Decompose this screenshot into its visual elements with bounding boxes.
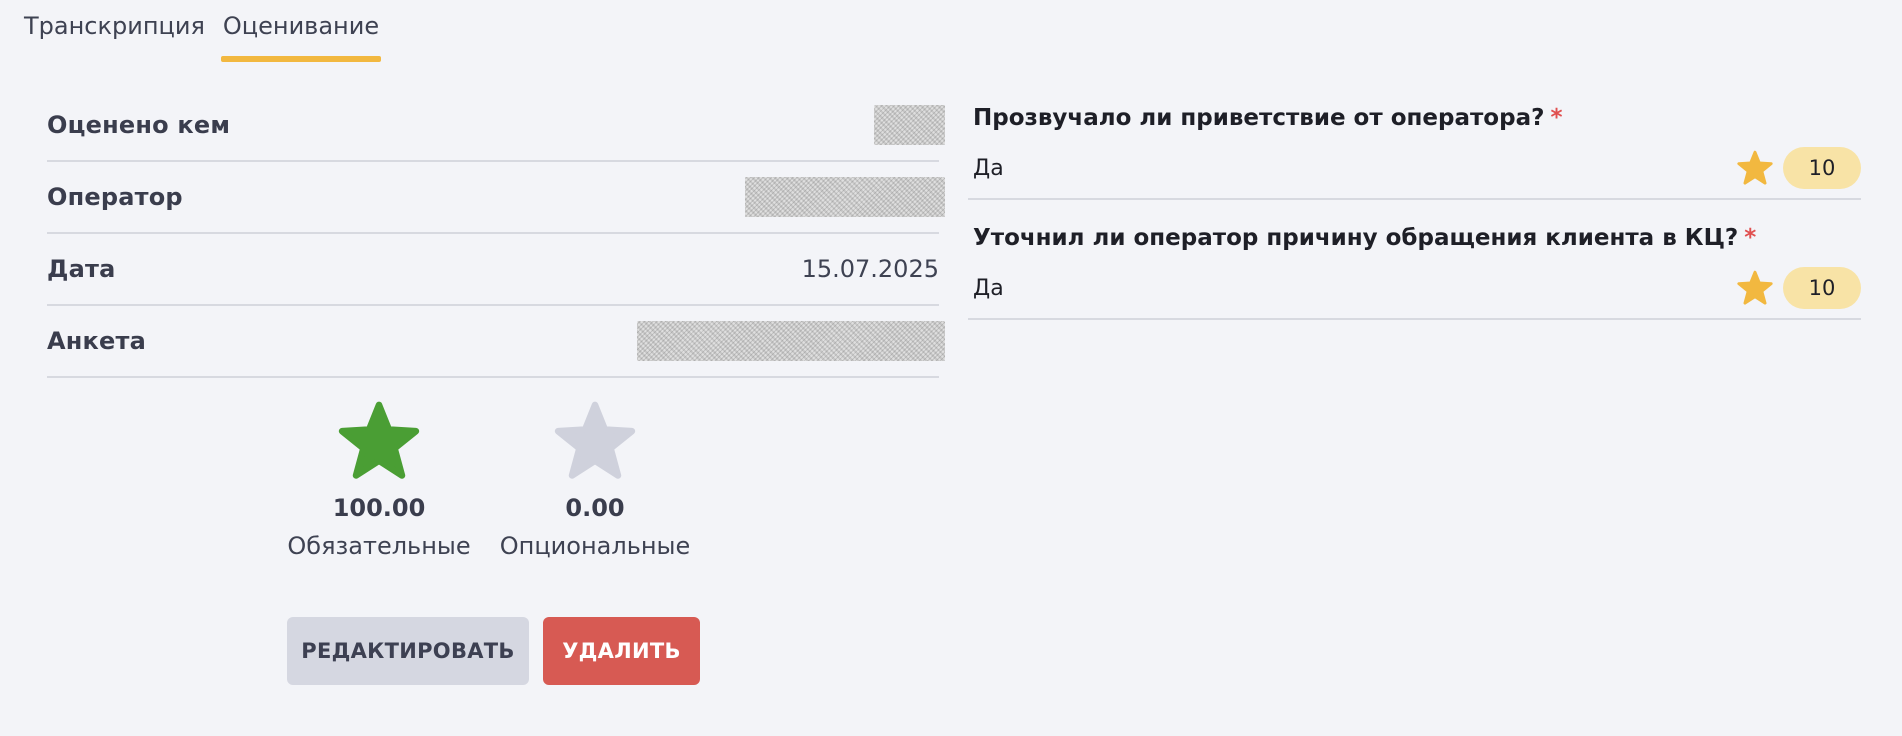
question-item: Уточнил ли оператор причину обращения кл… bbox=[968, 218, 1861, 320]
star-icon bbox=[1737, 150, 1773, 185]
info-row-form: Анкета bbox=[47, 306, 945, 378]
required-score-value: 100.00 bbox=[332, 494, 426, 522]
question-title: Прозвучало ли приветствие от оператора? * bbox=[968, 98, 1861, 138]
redacted-operator-value bbox=[745, 177, 945, 217]
points-badge: 10 bbox=[1783, 147, 1861, 189]
score-summary: 100.00 Обязательные 0.00 Опциональные bbox=[285, 400, 691, 560]
question-answer: Да bbox=[973, 275, 1004, 301]
info-row-rated-by: Оценено кем bbox=[47, 90, 945, 162]
tab-transcription[interactable]: Транскрипция bbox=[22, 10, 207, 62]
info-row-operator: Оператор bbox=[47, 162, 945, 234]
edit-button[interactable]: РЕДАКТИРОВАТЬ bbox=[287, 617, 529, 685]
redacted-form-value bbox=[637, 321, 945, 361]
optional-score-value: 0.00 bbox=[565, 494, 625, 522]
tab-bar: Транскрипция Оценивание bbox=[22, 10, 382, 62]
score-optional: 0.00 Опциональные bbox=[499, 400, 691, 560]
action-buttons: РЕДАКТИРОВАТЬ УДАЛИТЬ bbox=[287, 617, 700, 685]
info-row-date: Дата 15.07.2025 bbox=[47, 234, 939, 306]
question-text: Уточнил ли оператор причину обращения кл… bbox=[973, 225, 1739, 251]
question-item: Прозвучало ли приветствие от оператора? *… bbox=[968, 98, 1861, 200]
question-score: 10 bbox=[1737, 147, 1861, 189]
rated-by-label: Оценено кем bbox=[47, 111, 231, 139]
star-icon-required bbox=[338, 401, 420, 479]
operator-label: Оператор bbox=[47, 183, 183, 211]
required-mark: * bbox=[1744, 225, 1757, 251]
date-value: 15.07.2025 bbox=[801, 255, 939, 283]
required-mark: * bbox=[1550, 105, 1563, 131]
star-icon bbox=[1737, 270, 1773, 305]
form-label: Анкета bbox=[47, 327, 147, 355]
points-badge: 10 bbox=[1783, 267, 1861, 309]
score-required: 100.00 Обязательные bbox=[285, 400, 473, 560]
question-text: Прозвучало ли приветствие от оператора? bbox=[973, 105, 1545, 131]
delete-button[interactable]: УДАЛИТЬ bbox=[543, 617, 700, 685]
redacted-rated-by-value bbox=[874, 105, 945, 145]
required-score-label: Обязательные bbox=[287, 532, 471, 560]
question-answer-row: Да 10 bbox=[968, 258, 1861, 320]
tab-evaluation[interactable]: Оценивание bbox=[220, 10, 382, 62]
question-answer-row: Да 10 bbox=[968, 138, 1861, 200]
question-title: Уточнил ли оператор причину обращения кл… bbox=[968, 218, 1861, 258]
question-answer: Да bbox=[973, 155, 1004, 181]
questions-panel: Прозвучало ли приветствие от оператора? *… bbox=[968, 98, 1861, 338]
evaluation-info-panel: Оценено кем Оператор Дата 15.07.2025 Анк… bbox=[47, 90, 945, 378]
optional-score-label: Опциональные bbox=[499, 532, 691, 560]
date-label: Дата bbox=[47, 255, 116, 283]
star-icon-optional bbox=[554, 401, 636, 479]
question-score: 10 bbox=[1737, 267, 1861, 309]
